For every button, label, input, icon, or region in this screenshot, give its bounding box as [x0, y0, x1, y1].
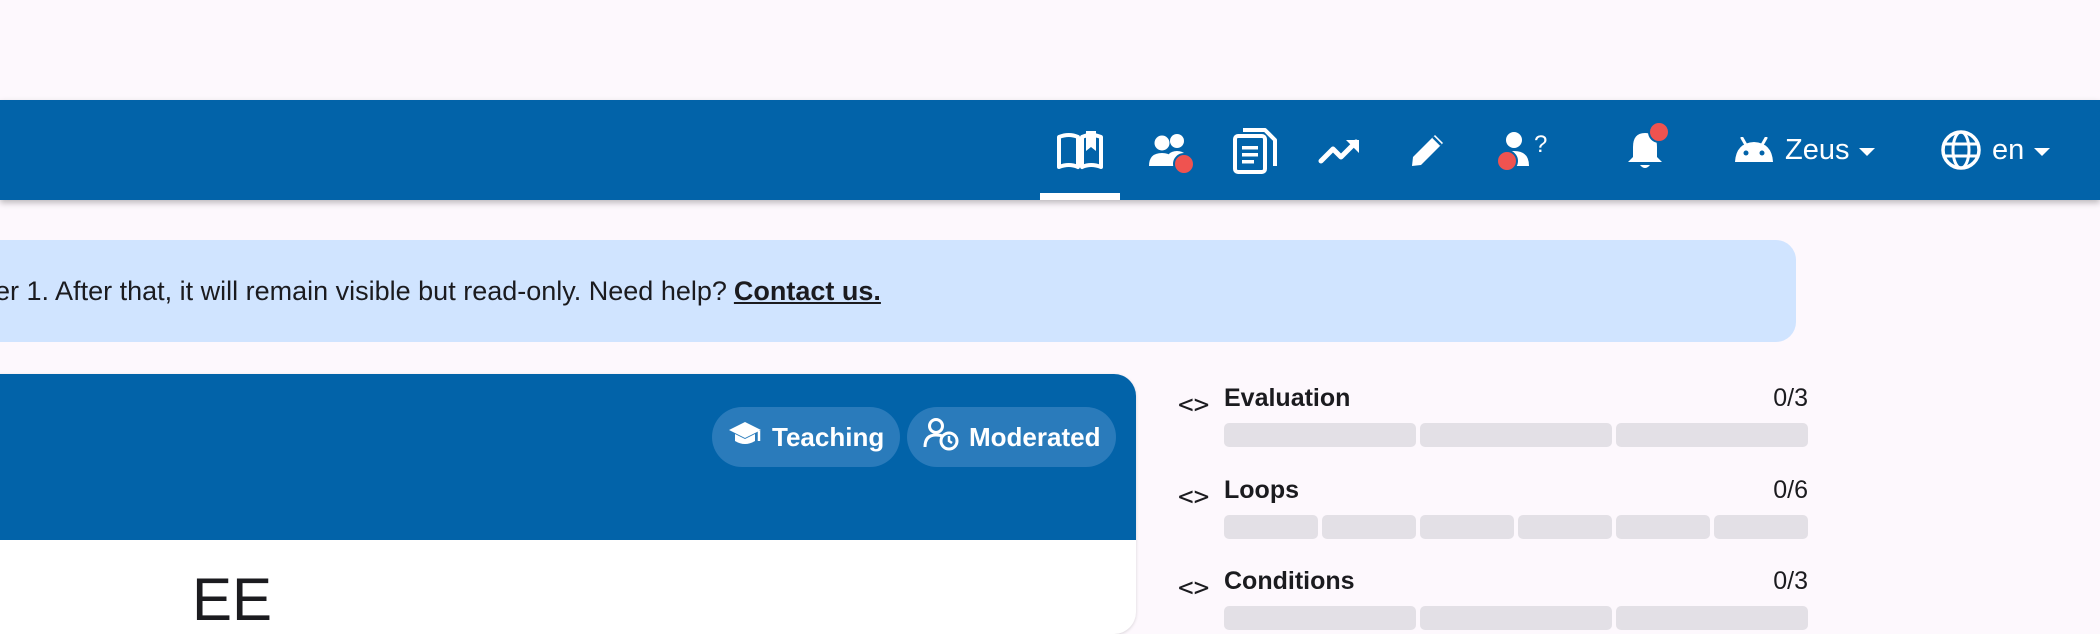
documents-nav-button[interactable] [1225, 100, 1285, 200]
statistics-nav-button[interactable] [1310, 100, 1370, 200]
code-icon: <> [1178, 390, 1210, 420]
progress-bar [1224, 606, 1808, 630]
teaching-chip-label: Teaching [772, 421, 885, 452]
person-clock-icon [923, 417, 969, 458]
teaching-chip[interactable]: Teaching [712, 407, 901, 467]
users-nav-button[interactable] [1140, 100, 1200, 200]
progress-segment [1714, 515, 1808, 539]
help-requests-badge-dot [1496, 150, 1518, 172]
code-icon: <> [1178, 573, 1210, 603]
notifications-badge-dot [1648, 121, 1670, 143]
active-tab-indicator [1040, 193, 1120, 200]
info-banner-text: ber 1. After that, it will remain visibl… [0, 275, 727, 306]
progress-segment [1518, 515, 1612, 539]
user-menu-button[interactable]: Zeus [1733, 100, 1878, 200]
moderated-chip[interactable]: Moderated [907, 407, 1117, 467]
chevron-down-icon [1859, 147, 1876, 156]
course-title: EE [192, 566, 273, 633]
top-navbar: ? Zeus en [0, 100, 2100, 200]
users-icon [1146, 132, 1195, 175]
progress-segment [1224, 606, 1416, 630]
progress-item-name: Loops [1224, 476, 1299, 504]
progress-item-name: Conditions [1224, 567, 1355, 595]
info-banner: ber 1. After that, it will remain visibl… [0, 240, 1796, 342]
open-book-icon [1056, 129, 1104, 171]
moderated-chip-label: Moderated [969, 421, 1101, 452]
progress-segment [1616, 606, 1808, 630]
pencil-icon [1409, 131, 1447, 169]
code-icon: <> [1178, 482, 1210, 512]
person-question-icon: ? [1494, 130, 1552, 172]
chevron-down-icon [2034, 147, 2051, 156]
globe-icon [1940, 129, 1982, 171]
progress-item-score: 0/3 [1773, 567, 1808, 595]
progress-item-score: 0/3 [1773, 384, 1808, 412]
course-card: Teaching Moderated EE [0, 374, 1136, 634]
graduation-cap-icon [728, 420, 772, 455]
progress-segment [1224, 515, 1318, 539]
android-icon [1733, 137, 1775, 163]
progress-segment [1420, 423, 1612, 447]
users-badge-dot [1173, 153, 1195, 175]
language-code: en [1992, 133, 2025, 166]
edit-nav-button[interactable] [1398, 100, 1458, 200]
contact-us-link[interactable]: Contact us. [734, 276, 881, 307]
progress-segment [1616, 423, 1808, 447]
progress-segment [1322, 515, 1416, 539]
progress-segment [1616, 515, 1710, 539]
course-card-header: Teaching Moderated [0, 374, 1136, 540]
documents-icon [1233, 126, 1277, 174]
progress-item-score: 0/6 [1773, 476, 1808, 504]
svg-text:?: ? [1534, 131, 1547, 158]
progress-segment [1420, 606, 1612, 630]
progress-bar [1224, 423, 1808, 447]
bell-icon [1625, 121, 1670, 171]
notifications-button[interactable] [1615, 100, 1675, 200]
progress-bar [1224, 515, 1808, 539]
progress-segment [1224, 423, 1416, 447]
trending-up-icon [1318, 136, 1362, 164]
progress-segment [1420, 515, 1514, 539]
language-menu-button[interactable]: en [1940, 100, 2060, 200]
user-name: Zeus [1785, 133, 1850, 166]
progress-item-name: Evaluation [1224, 384, 1351, 412]
help-requests-nav-button[interactable]: ? [1488, 100, 1558, 200]
courses-nav-button[interactable] [1040, 100, 1120, 200]
